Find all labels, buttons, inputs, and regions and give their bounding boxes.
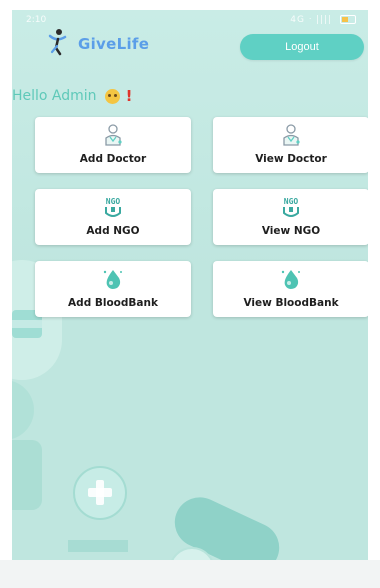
app-screen: 2:10 4G ᐧ |||| GiveLife Logout Hello Adm… [12,10,368,588]
ngo-icon: NGO [105,197,121,217]
battery-icon [340,15,356,24]
blood-drop-icon [103,270,122,289]
exclamation-mark: ! [125,87,133,105]
status-time: 2:10 [26,15,47,25]
card-label: Add BloodBank [68,297,158,309]
doctor-icon [105,124,122,146]
bottom-band [0,560,380,588]
view-bloodbank-card[interactable]: View BloodBank [213,261,368,317]
signal-indicators: 4G ᐧ |||| [290,15,333,25]
add-doctor-card[interactable]: Add Doctor [35,117,191,173]
app-name: GiveLife [78,35,150,53]
ngo-icon-text: NGO [284,197,299,206]
card-label: View NGO [261,225,321,237]
greeting-text: Hello Admin [12,88,97,104]
doctor-icon [283,124,300,146]
ngo-icon: NGO [283,197,299,217]
logout-button[interactable]: Logout [240,34,364,60]
card-label: Add NGO [86,225,140,237]
ngo-icon-text: NGO [106,197,121,206]
add-bloodbank-card[interactable]: Add BloodBank [35,261,191,317]
view-doctor-card[interactable]: View Doctor [213,117,368,173]
view-ngo-card[interactable]: NGO View NGO [213,189,368,245]
status-indicators: 4G ᐧ |||| [290,15,356,25]
add-ngo-card[interactable]: NGO Add NGO [35,189,191,245]
card-label: View BloodBank [243,297,339,309]
status-bar: 2:10 4G ᐧ |||| [12,10,368,30]
smiley-icon [104,88,120,104]
greeting: Hello Admin ! [12,87,132,105]
card-label: Add Doctor [79,153,147,165]
card-label: View Doctor [255,153,327,165]
blood-drop-icon [281,270,300,289]
givelife-logo-icon [48,29,67,56]
